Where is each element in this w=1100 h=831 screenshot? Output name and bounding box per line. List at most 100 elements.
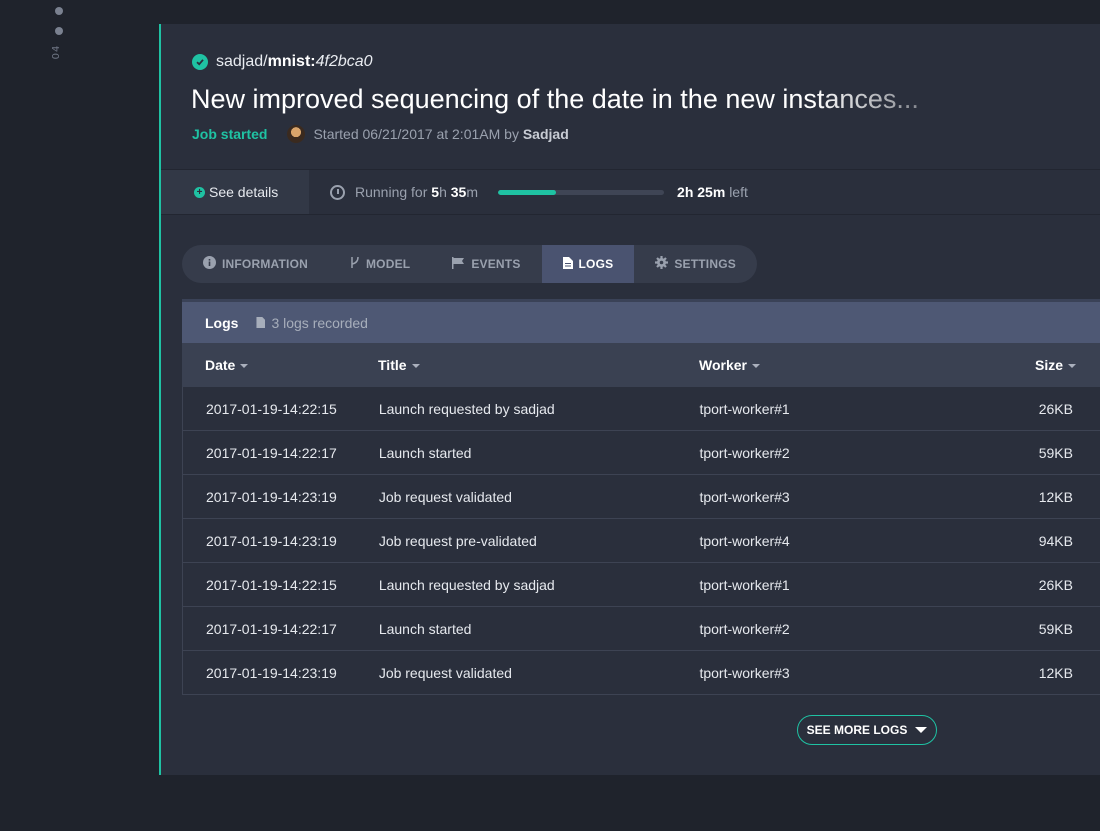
tab-label: INFORMATION: [222, 257, 308, 271]
logs-header: Logs 3 logs recorded: [182, 299, 1100, 343]
left-minutes: 25: [697, 184, 713, 200]
table-body: 2017-01-19-14:22:15 Launch requested by s…: [182, 387, 1100, 695]
running-time: Running for 5h 35m: [355, 184, 479, 200]
sort-caret-icon: [751, 364, 760, 369]
see-details-label: See details: [209, 184, 279, 200]
clock-icon: [330, 184, 345, 200]
left-hours: 2: [677, 184, 685, 200]
logs-title: Logs: [205, 314, 239, 331]
cell-title: Job request validated: [378, 488, 512, 505]
cell-worker: tport-worker#4: [699, 532, 790, 549]
plus-icon: +: [194, 186, 205, 198]
cell-date: 2017-01-19-14:23:19: [206, 488, 337, 505]
cell-title: Launch requested by sadjad: [378, 576, 555, 593]
table-row[interactable]: 2017-01-19-14:22:17 Launch started tport-w…: [182, 607, 1100, 651]
document-icon: [562, 256, 573, 272]
tab-label: EVENTS: [471, 257, 521, 271]
cell-title: Launch requested by sadjad: [378, 400, 555, 417]
column-header-size[interactable]: Size: [989, 357, 1100, 373]
see-more-logs-button[interactable]: SEE MORE LOGS: [797, 715, 937, 745]
cell-date: 2017-01-19-14:22:17: [206, 444, 337, 461]
repo-line: sadjad/mnist: 4f2bca0: [192, 53, 373, 71]
cell-title: Launch started: [378, 444, 472, 461]
logs-panel: Logs 3 logs recorded Date Title Worker S…: [182, 299, 1100, 695]
tab-logs[interactable]: LOGS: [541, 245, 635, 283]
progress-bar: [498, 189, 665, 195]
rail-dot-1[interactable]: [55, 7, 63, 15]
started-text: Started 06/21/2017 at 2:01AM by: [313, 126, 519, 142]
repo-commit[interactable]: 4f2bca0: [316, 53, 373, 71]
cell-worker: tport-worker#1: [699, 400, 790, 417]
cell-date: 2017-01-19-14:23:19: [206, 532, 337, 549]
cell-worker: tport-worker#2: [699, 444, 790, 461]
running-minutes: 35: [450, 184, 467, 200]
cell-date: 2017-01-19-14:22:15: [206, 576, 337, 593]
tab-model[interactable]: MODEL: [329, 245, 431, 283]
column-label: Title: [378, 357, 407, 373]
document-icon: [256, 317, 266, 328]
tab-label: SETTINGS: [674, 257, 736, 271]
sort-caret-icon: [1068, 364, 1077, 369]
table-row[interactable]: 2017-01-19-14:23:19 Job request validated…: [182, 475, 1100, 519]
tab-information[interactable]: INFORMATION: [182, 245, 329, 283]
gear-icon: [655, 256, 669, 272]
sort-caret-icon: [240, 364, 249, 369]
column-label: Size: [1035, 357, 1064, 373]
column-header-title[interactable]: Title: [355, 357, 676, 373]
cell-date: 2017-01-19-14:22:17: [206, 620, 337, 637]
time-left: 2h 25m left: [677, 184, 748, 200]
cell-size: 12KB: [1038, 664, 1073, 681]
rail-dot-2[interactable]: [55, 27, 63, 35]
check-circle-icon: [192, 54, 208, 70]
cell-worker: tport-worker#3: [699, 488, 790, 505]
flag-icon: [452, 256, 465, 272]
run-status-bar: + See details Running for 5h 35m 2h 25m …: [161, 169, 1100, 215]
info-icon: [203, 256, 216, 272]
tab-events[interactable]: EVENTS: [431, 245, 541, 283]
logs-count-label: 3 logs recorded: [271, 314, 368, 331]
cell-title: Job request pre-validated: [378, 532, 537, 549]
column-header-date[interactable]: Date: [182, 357, 355, 373]
cell-size: 26KB: [1038, 576, 1073, 593]
sort-caret-icon: [411, 364, 420, 369]
job-card: sadjad/mnist: 4f2bca0 New improved sequen…: [159, 24, 1100, 775]
column-label: Date: [205, 357, 236, 373]
job-title: New improved sequencing of the date in t…: [191, 84, 919, 114]
cell-date: 2017-01-19-14:22:15: [206, 400, 337, 417]
logs-count: 3 logs recorded: [256, 315, 368, 331]
column-header-worker[interactable]: Worker: [676, 357, 989, 373]
cell-size: 94KB: [1038, 532, 1073, 549]
avatar: [287, 125, 306, 143]
rail-label: 04: [51, 44, 62, 60]
job-meta: Job started Started 06/21/2017 at 2:01AM…: [192, 125, 569, 143]
started-by[interactable]: Sadjad: [523, 126, 569, 142]
running-hours: 5: [431, 184, 440, 200]
tab-label: LOGS: [578, 257, 614, 271]
cell-worker: tport-worker#2: [699, 620, 790, 637]
tab-bar: INFORMATION MODEL EVENTS LOGS SETTINGS: [182, 245, 757, 283]
cell-size: 26KB: [1038, 400, 1073, 417]
status-badge: Job started: [192, 126, 268, 142]
table-row[interactable]: 2017-01-19-14:23:19 Job request pre-valid…: [182, 519, 1100, 563]
cell-worker: tport-worker#3: [699, 664, 790, 681]
tab-settings[interactable]: SETTINGS: [634, 245, 757, 283]
tab-label: MODEL: [365, 257, 411, 271]
cell-size: 59KB: [1038, 444, 1073, 461]
column-label: Worker: [699, 357, 747, 373]
left-suffix: left: [729, 184, 748, 200]
table-row[interactable]: 2017-01-19-14:22:15 Launch requested by s…: [182, 563, 1100, 607]
cell-worker: tport-worker#1: [699, 576, 790, 593]
cell-date: 2017-01-19-14:23:19: [206, 664, 337, 681]
table-row[interactable]: 2017-01-19-14:23:19 Job request validated…: [182, 651, 1100, 695]
repo-owner[interactable]: sadjad/: [216, 53, 268, 71]
table-row[interactable]: 2017-01-19-14:22:15 Launch requested by s…: [182, 387, 1100, 431]
chevron-down-icon: [915, 727, 928, 733]
cell-title: Launch started: [378, 620, 472, 637]
repo-project[interactable]: mnist:: [268, 53, 316, 71]
cell-size: 12KB: [1038, 488, 1073, 505]
see-more-logs-label: SEE MORE LOGS: [806, 723, 908, 737]
table-row[interactable]: 2017-01-19-14:22:17 Launch started tport-w…: [182, 431, 1100, 475]
see-details-button[interactable]: + See details: [161, 170, 309, 214]
cell-title: Job request validated: [378, 664, 512, 681]
branch-icon: [350, 256, 360, 272]
